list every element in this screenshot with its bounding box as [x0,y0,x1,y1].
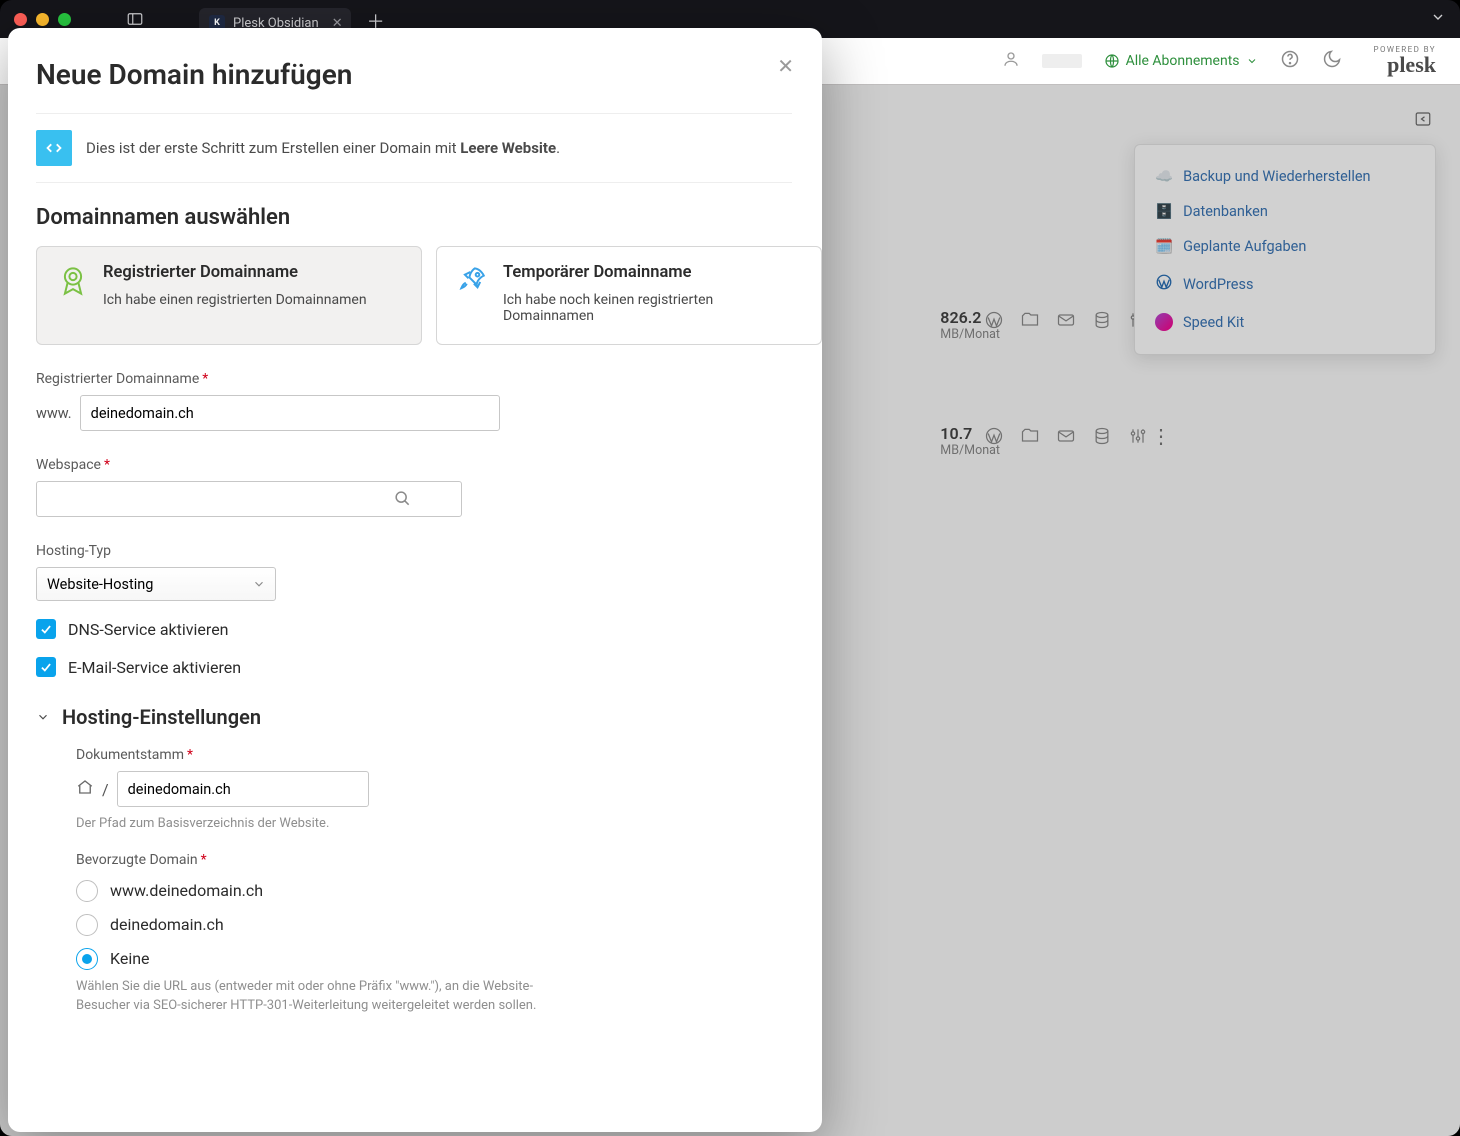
subscriptions-label: Alle Abonnements [1126,53,1240,69]
wordpress-icon[interactable] [984,426,1004,446]
www-prefix: www. [36,405,72,422]
rocket-icon [455,263,491,299]
link-speedkit[interactable]: Speed Kit [1145,304,1425,340]
checkbox-mail[interactable] [36,657,56,677]
card-desc: Ich habe noch keinen registrierten Domai… [503,292,803,324]
card-registered-domain[interactable]: Registrierter Domainname Ich habe einen … [36,246,422,345]
window-minimize-button[interactable] [36,13,49,26]
link-backup[interactable]: ☁️Backup und Wiederherstellen [1145,159,1425,194]
plesk-logo: POWERED BY plesk [1374,46,1436,76]
info-text-suffix: . [556,139,560,157]
speedkit-icon [1155,313,1173,331]
link-databases[interactable]: 🗄️Datenbanken [1145,194,1425,229]
search-icon[interactable] [392,488,412,512]
hosting-type-select[interactable]: Website-Hosting [36,567,276,601]
label-webspace: Webspace* [36,457,792,473]
tools-panel: ☁️Backup und Wiederherstellen 🗄️Datenban… [1134,144,1436,355]
subscriptions-switcher[interactable]: Alle Abonnements [1104,53,1258,69]
help-icon[interactable] [1280,49,1300,73]
row-menu-button[interactable]: ⋮ [1151,424,1172,448]
label-hosting-type: Hosting-Typ [36,543,792,559]
info-text: Dies ist der erste Schritt zum Erstellen… [86,139,460,157]
database-icon[interactable] [1092,426,1112,446]
radio-nowww[interactable] [76,914,98,936]
info-banner: Dies ist der erste Schritt zum Erstellen… [36,113,792,183]
window-close-button[interactable] [14,13,27,26]
code-icon [36,130,72,166]
label-registered-domain: Registrierter Domainname* [36,371,792,387]
files-icon[interactable] [1020,426,1040,446]
radio-none-label: Keine [110,949,150,968]
rosette-icon [55,263,91,299]
radio-nowww-label: deinedomain.ch [110,915,224,934]
radio-www[interactable] [76,880,98,902]
label-preferred-domain: Bevorzugte Domain* [76,852,792,868]
card-desc: Ich habe einen registrierten Domainnamen [103,292,367,308]
window-zoom-button[interactable] [58,13,71,26]
wordpress-color-icon [1155,273,1173,295]
card-title: Temporärer Domainname [503,263,803,282]
modal-title: Neue Domain hinzufügen [36,58,792,91]
section-choose-domain: Domainnamen auswählen [36,205,792,230]
link-wordpress[interactable]: WordPress [1145,264,1425,304]
mail-icon[interactable] [1056,310,1076,330]
cloud-upload-icon: ☁️ [1155,168,1173,185]
docroot-hint: Der Pfad zum Basisverzeichnis der Websit… [76,815,546,834]
calendar-icon: 🗓️ [1155,238,1173,255]
tabs-menu-icon[interactable] [1430,9,1446,29]
panel-collapse-icon[interactable] [1414,110,1432,128]
label-docroot: Dokumentstamm* [76,747,792,763]
card-title: Registrierter Domainname [103,263,367,282]
dark-mode-icon[interactable] [1322,49,1342,73]
path-sep: / [102,780,109,799]
home-icon [76,778,94,800]
radio-www-label: www.deinedomain.ch [110,881,263,900]
add-domain-modal: ✕ Neue Domain hinzufügen Dies ist der er… [8,28,822,1132]
chevron-down-icon [36,710,50,724]
database-icon[interactable] [1092,310,1112,330]
mail-icon[interactable] [1056,426,1076,446]
info-text-bold: Leere Website [460,139,556,157]
user-name-redacted [1042,54,1082,68]
checkbox-mail-label: E-Mail-Service aktivieren [68,658,241,677]
modal-close-button[interactable]: ✕ [777,54,794,78]
link-scheduled[interactable]: 🗓️Geplante Aufgaben [1145,229,1425,264]
checkbox-dns[interactable] [36,619,56,639]
settings-sliders-icon[interactable] [1128,426,1148,446]
preferred-domain-hint: Wählen Sie die URL aus (entweder mit ode… [76,978,546,1016]
docroot-input[interactable] [117,771,369,807]
radio-none[interactable] [76,948,98,970]
checkbox-dns-label: DNS-Service aktivieren [68,620,229,639]
hosting-settings-toggle[interactable]: Hosting-Einstellungen [36,705,792,729]
card-temp-domain[interactable]: Temporärer Domainname Ich habe noch kein… [436,246,822,345]
database-color-icon: 🗄️ [1155,203,1173,220]
domain-input[interactable] [80,395,500,431]
files-icon[interactable] [1020,310,1040,330]
hosting-settings-title: Hosting-Einstellungen [62,705,261,729]
wordpress-icon[interactable] [984,310,1004,330]
user-icon [1002,50,1020,72]
